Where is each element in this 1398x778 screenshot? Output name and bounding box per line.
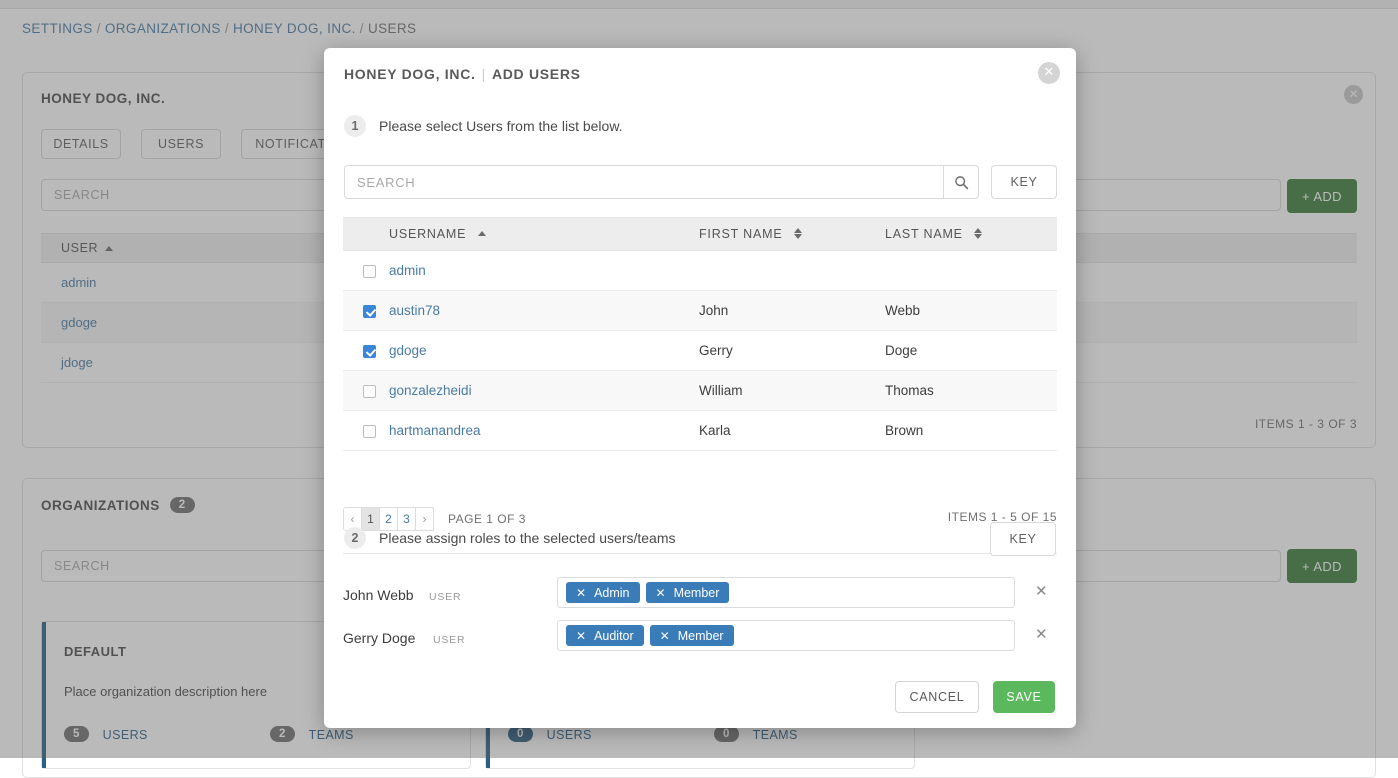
row-first-name-cell: John — [699, 291, 885, 331]
role-tag-label: Member — [674, 586, 720, 600]
row-last-name-cell: Doge — [885, 331, 1057, 371]
row-first-name-cell: Karla — [699, 411, 885, 451]
role-tag-label: Auditor — [594, 629, 634, 643]
step-2-number: 2 — [344, 527, 366, 549]
row-checkbox[interactable] — [363, 425, 376, 438]
sort-asc-icon — [478, 228, 486, 239]
role-assignment-row: John Webb USER ✕ Admin ✕ Member ✕ — [343, 577, 1057, 620]
role-tag[interactable]: ✕ Member — [646, 582, 730, 603]
key-button-step1[interactable]: KEY — [991, 165, 1057, 199]
role-tag[interactable]: ✕ Auditor — [566, 625, 644, 646]
username-link[interactable]: admin — [389, 263, 426, 278]
username-link[interactable]: austin78 — [389, 303, 440, 318]
page-label: PAGE 1 OF 3 — [448, 512, 526, 526]
row-username-cell: austin78 — [389, 291, 699, 331]
column-label-username: USERNAME — [389, 227, 466, 241]
modal-title-divider: | — [482, 66, 486, 82]
step-2-text: Please assign roles to the selected user… — [379, 530, 676, 546]
row-last-name-cell — [885, 251, 1057, 291]
role-tag-label: Member — [678, 629, 724, 643]
row-checkbox-cell — [343, 411, 389, 451]
row-first-name-cell: Gerry — [699, 331, 885, 371]
remove-icon[interactable]: ✕ — [656, 586, 666, 600]
modal-org-name: HONEY DOG, INC. — [344, 66, 476, 82]
row-checkbox-cell — [343, 371, 389, 411]
column-header-username[interactable]: USERNAME — [389, 218, 699, 251]
role-tag[interactable]: ✕ Member — [650, 625, 734, 646]
row-username-cell: gdoge — [389, 331, 699, 371]
modal-action-name: ADD USERS — [492, 66, 581, 82]
users-table-body: admin austin78 John Webb gdoge Gerry Dog… — [343, 251, 1057, 451]
step-1-number: 1 — [344, 115, 366, 137]
key-button-step2[interactable]: KEY — [990, 522, 1056, 556]
username-link[interactable]: gonzalezheidi — [389, 383, 472, 398]
roles-input[interactable]: ✕ Admin ✕ Member — [557, 577, 1015, 608]
table-row[interactable]: gonzalezheidi William Thomas — [343, 371, 1057, 411]
cancel-button[interactable]: CANCEL — [895, 681, 979, 713]
row-username-cell: hartmanandrea — [389, 411, 699, 451]
remove-icon[interactable]: ✕ — [576, 629, 586, 643]
column-label-first-name: FIRST NAME — [699, 227, 782, 241]
row-username-cell: admin — [389, 251, 699, 291]
row-first-name-cell: William — [699, 371, 885, 411]
username-link[interactable]: gdoge — [389, 343, 427, 358]
row-checkbox-cell — [343, 331, 389, 371]
add-users-modal: HONEY DOG, INC. | ADD USERS ✕ 1 Please sel… — [324, 48, 1076, 728]
row-checkbox-cell — [343, 251, 389, 291]
row-last-name-cell: Webb — [885, 291, 1057, 331]
row-checkbox[interactable] — [363, 345, 376, 358]
search-button[interactable] — [943, 165, 979, 199]
remove-assignment-icon[interactable]: ✕ — [1035, 625, 1048, 643]
roles-input[interactable]: ✕ Auditor ✕ Member — [557, 620, 1015, 651]
role-tag[interactable]: ✕ Admin — [566, 582, 640, 603]
table-row[interactable]: hartmanandrea Karla Brown — [343, 411, 1057, 451]
username-link[interactable]: hartmanandrea — [389, 423, 481, 438]
role-assignment-row: Gerry Doge USER ✕ Auditor ✕ Member ✕ — [343, 620, 1057, 663]
row-checkbox[interactable] — [363, 385, 376, 398]
table-header-row: USERNAME FIRST NAME LAST NAME — [343, 218, 1057, 251]
close-icon[interactable]: ✕ — [1038, 62, 1060, 84]
search-input[interactable]: SEARCH — [344, 165, 944, 199]
table-row[interactable]: austin78 John Webb — [343, 291, 1057, 331]
row-checkbox[interactable] — [363, 265, 376, 278]
row-checkbox-cell — [343, 291, 389, 331]
column-header-checkbox — [343, 218, 389, 251]
remove-icon[interactable]: ✕ — [660, 629, 670, 643]
table-row[interactable]: gdoge Gerry Doge — [343, 331, 1057, 371]
sort-both-icon — [974, 228, 982, 239]
save-button[interactable]: SAVE — [993, 681, 1055, 713]
divider — [343, 553, 1057, 554]
search-icon — [954, 175, 969, 190]
row-last-name-cell: Thomas — [885, 371, 1057, 411]
table-row[interactable]: admin — [343, 251, 1057, 291]
step-1-text: Please select Users from the list below. — [379, 118, 623, 134]
assignee-name: Gerry Doge — [343, 630, 415, 646]
step-2: 2 Please assign roles to the selected us… — [344, 527, 676, 549]
remove-assignment-icon[interactable]: ✕ — [1035, 582, 1048, 600]
column-header-first-name[interactable]: FIRST NAME — [699, 218, 885, 251]
row-last-name-cell: Brown — [885, 411, 1057, 451]
step-1: 1 Please select Users from the list belo… — [344, 115, 623, 137]
row-checkbox[interactable] — [363, 305, 376, 318]
column-header-last-name[interactable]: LAST NAME — [885, 218, 1057, 251]
column-label-last-name: LAST NAME — [885, 227, 963, 241]
assignee-type: USER — [429, 591, 461, 603]
assignee-name: John Webb — [343, 587, 414, 603]
users-table: USERNAME FIRST NAME LAST NAME admin — [343, 217, 1057, 451]
row-username-cell: gonzalezheidi — [389, 371, 699, 411]
assignee-type: USER — [433, 634, 465, 646]
row-first-name-cell — [699, 251, 885, 291]
remove-icon[interactable]: ✕ — [576, 586, 586, 600]
users-table-head: USERNAME FIRST NAME LAST NAME — [343, 218, 1057, 251]
modal-title: HONEY DOG, INC. | ADD USERS — [344, 66, 581, 82]
role-tag-label: Admin — [594, 586, 629, 600]
sort-both-icon — [794, 228, 802, 239]
